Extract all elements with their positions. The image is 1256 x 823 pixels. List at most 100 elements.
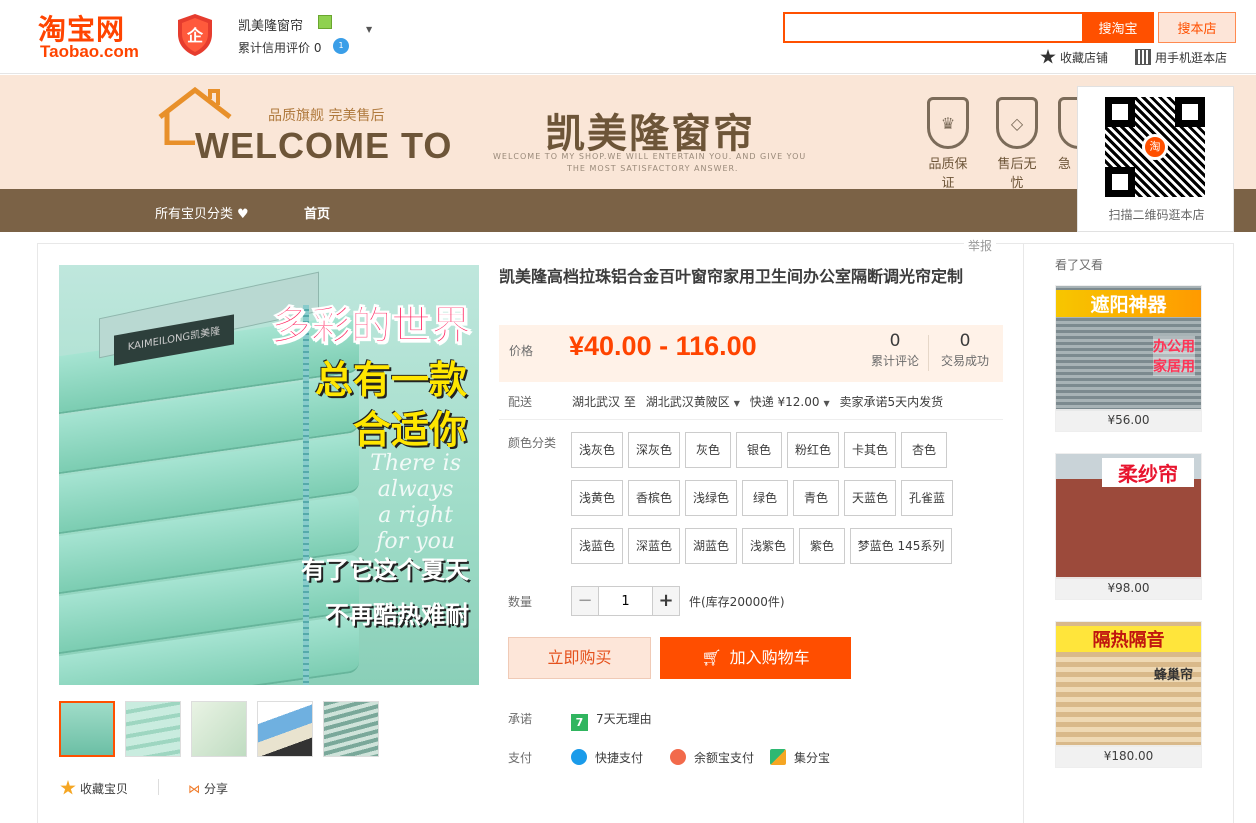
sidebar-subline: 蜂巢帘: [1153, 668, 1193, 683]
divider: [928, 335, 929, 371]
buy-now-button[interactable]: 立即购买: [508, 637, 651, 679]
share-icon: ⋈: [188, 782, 200, 796]
sidebar-product[interactable]: 隔热隔音 蜂巢帘 ¥180.00: [1055, 621, 1202, 768]
favorite-shop-link[interactable]: 收藏店铺: [1040, 49, 1108, 66]
color-option[interactable]: 卡其色: [844, 432, 896, 468]
thumbnail-5[interactable]: [323, 701, 379, 757]
product-title: 凯美隆高档拉珠铝合金百叶窗帘家用卫生间办公室隔断调光帘定制: [499, 267, 964, 286]
sidebar-product[interactable]: 遮阳神器 办公用 家居用 ¥56.00: [1055, 285, 1202, 432]
sidebar-price: ¥56.00: [1056, 409, 1201, 431]
search-shop-button[interactable]: 搜本店: [1158, 12, 1236, 43]
payment-method[interactable]: 余额宝支付: [670, 749, 754, 766]
quantity-input[interactable]: [599, 586, 652, 616]
taobao-logo-en[interactable]: Taobao.com: [40, 42, 139, 62]
payment-label: 支付: [508, 751, 533, 765]
nav-category-label: 所有宝贝分类: [155, 207, 234, 222]
thumbnail-1[interactable]: [59, 701, 115, 757]
image-script-text: There is always a right for you: [370, 451, 461, 555]
color-option[interactable]: 绿色: [742, 480, 788, 516]
search-taobao-button[interactable]: 搜淘宝: [1082, 12, 1154, 43]
quantity-increase-button[interactable]: +: [652, 586, 680, 616]
nav-all-categories[interactable]: 所有宝贝分类 ♥: [155, 203, 249, 222]
color-option[interactable]: 浅蓝色: [571, 528, 623, 564]
svg-text:企: 企: [186, 26, 204, 45]
color-option[interactable]: 孔雀蓝: [901, 480, 953, 516]
site-header: 淘宝网 Taobao.com 企 凯美隆窗帘 累计信用评价 0 1 ▼ 搜淘宝 …: [0, 0, 1256, 74]
favorite-item-link[interactable]: 收藏宝贝: [60, 780, 128, 797]
promise-text: 7天无理由: [596, 712, 652, 726]
color-option[interactable]: 梦蓝色 145系列: [850, 528, 952, 564]
reviews-count: 0: [889, 331, 901, 351]
banner-tagline: 品质旗舰 完美售后: [268, 108, 385, 124]
shop-banner: 品质旗舰 完美售后 WELCOME TO 凯美隆窗帘 WELCOME TO MY…: [0, 75, 1256, 191]
thumbnail-2[interactable]: [125, 701, 181, 757]
diamond-icon: ◇: [996, 97, 1038, 149]
nav-home[interactable]: 首页: [304, 203, 330, 222]
favorite-shop-label: 收藏店铺: [1060, 51, 1109, 65]
delivery-destination[interactable]: 湖北武汉黄陂区: [646, 395, 730, 409]
thumbnail-4[interactable]: [257, 701, 313, 757]
image-headline-2: 总有一款: [314, 358, 467, 402]
product-main-image[interactable]: KAIMEILONG凯美隆 多彩的世界 总有一款 合适你 There is al…: [59, 265, 479, 685]
delivery-promise: 卖家承诺5天内发货: [839, 395, 944, 409]
image-headline-1: 多彩的世界: [271, 303, 472, 350]
color-option[interactable]: 粉红色: [787, 432, 839, 468]
mobile-shop-link[interactable]: 用手机逛本店: [1135, 49, 1227, 66]
reviews-stat[interactable]: 0 累计评论: [861, 330, 929, 369]
image-script-line: always: [377, 477, 454, 502]
yuebao-icon: [670, 749, 686, 765]
sidebar-price: ¥98.00: [1056, 577, 1201, 599]
color-option[interactable]: 紫色: [799, 528, 845, 564]
report-link[interactable]: 举报: [964, 237, 997, 254]
shop-name[interactable]: 凯美隆窗帘: [238, 15, 303, 34]
color-option[interactable]: 浅黄色: [571, 480, 623, 516]
thumbnail-3[interactable]: [191, 701, 247, 757]
color-option[interactable]: 深灰色: [628, 432, 680, 468]
color-option[interactable]: 湖蓝色: [685, 528, 737, 564]
price-panel: 价格 ¥40.00 - 116.00 0 累计评论 0 交易成功: [499, 325, 1003, 382]
seven-day-icon: 7: [571, 714, 588, 731]
enterprise-shield-icon: 企: [178, 14, 212, 56]
heart-icon: ♥: [237, 207, 249, 222]
color-option[interactable]: 灰色: [685, 432, 731, 468]
add-to-cart-button[interactable]: 🛒︎ 加入购物车: [660, 637, 851, 679]
color-option[interactable]: 深蓝色: [628, 528, 680, 564]
delivery-from: 湖北武汉: [572, 395, 621, 409]
color-option[interactable]: 浅紫色: [742, 528, 794, 564]
search-input[interactable]: [783, 12, 1082, 43]
delivery-express[interactable]: 快递 ¥12.00: [750, 395, 820, 409]
chevron-down-icon[interactable]: ▼: [734, 399, 740, 408]
color-option[interactable]: 银色: [736, 432, 782, 468]
qr-code-icon: [1135, 49, 1151, 65]
credit-label: 累计信用评价: [238, 41, 311, 55]
color-option[interactable]: 青色: [793, 480, 839, 516]
badge-icon: [1058, 97, 1078, 149]
qr-label: 扫描二维码逛本店: [1108, 208, 1205, 222]
color-option[interactable]: 天蓝色: [844, 480, 896, 516]
qr-code-panel: 淘 扫描二维码逛本店: [1077, 86, 1234, 232]
color-option[interactable]: 香槟色: [628, 480, 680, 516]
quantity-decrease-button[interactable]: −: [571, 586, 599, 616]
sales-stat: 0 交易成功: [932, 330, 998, 369]
sales-label: 交易成功: [940, 354, 989, 368]
bead-cord: [303, 305, 309, 685]
share-link[interactable]: ⋈ 分享: [188, 780, 228, 797]
color-option[interactable]: 杏色: [901, 432, 947, 468]
quick-pay-icon: [571, 749, 587, 765]
divider: [499, 419, 1003, 420]
urgent-badge: 急: [1058, 97, 1078, 172]
chevron-down-icon[interactable]: ▼: [366, 25, 372, 34]
sidebar-product-image: 遮阳神器 办公用 家居用: [1056, 286, 1201, 411]
taobao-qr-logo: 淘: [1142, 134, 1168, 160]
payment-method[interactable]: 快捷支付: [571, 749, 643, 766]
payment-method[interactable]: 集分宝: [770, 749, 830, 766]
color-option[interactable]: 浅灰色: [571, 432, 623, 468]
delivery-label: 配送: [508, 395, 533, 409]
color-option[interactable]: 浅绿色: [685, 480, 737, 516]
chevron-down-icon[interactable]: ▼: [824, 399, 830, 408]
promise-label: 承诺: [508, 712, 533, 726]
reviews-label: 累计评论: [870, 354, 919, 368]
promise-item[interactable]: 7 7天无理由: [571, 710, 652, 731]
favorite-item-label: 收藏宝贝: [80, 782, 129, 796]
sidebar-product[interactable]: 柔纱帘 ¥98.00: [1055, 453, 1202, 600]
